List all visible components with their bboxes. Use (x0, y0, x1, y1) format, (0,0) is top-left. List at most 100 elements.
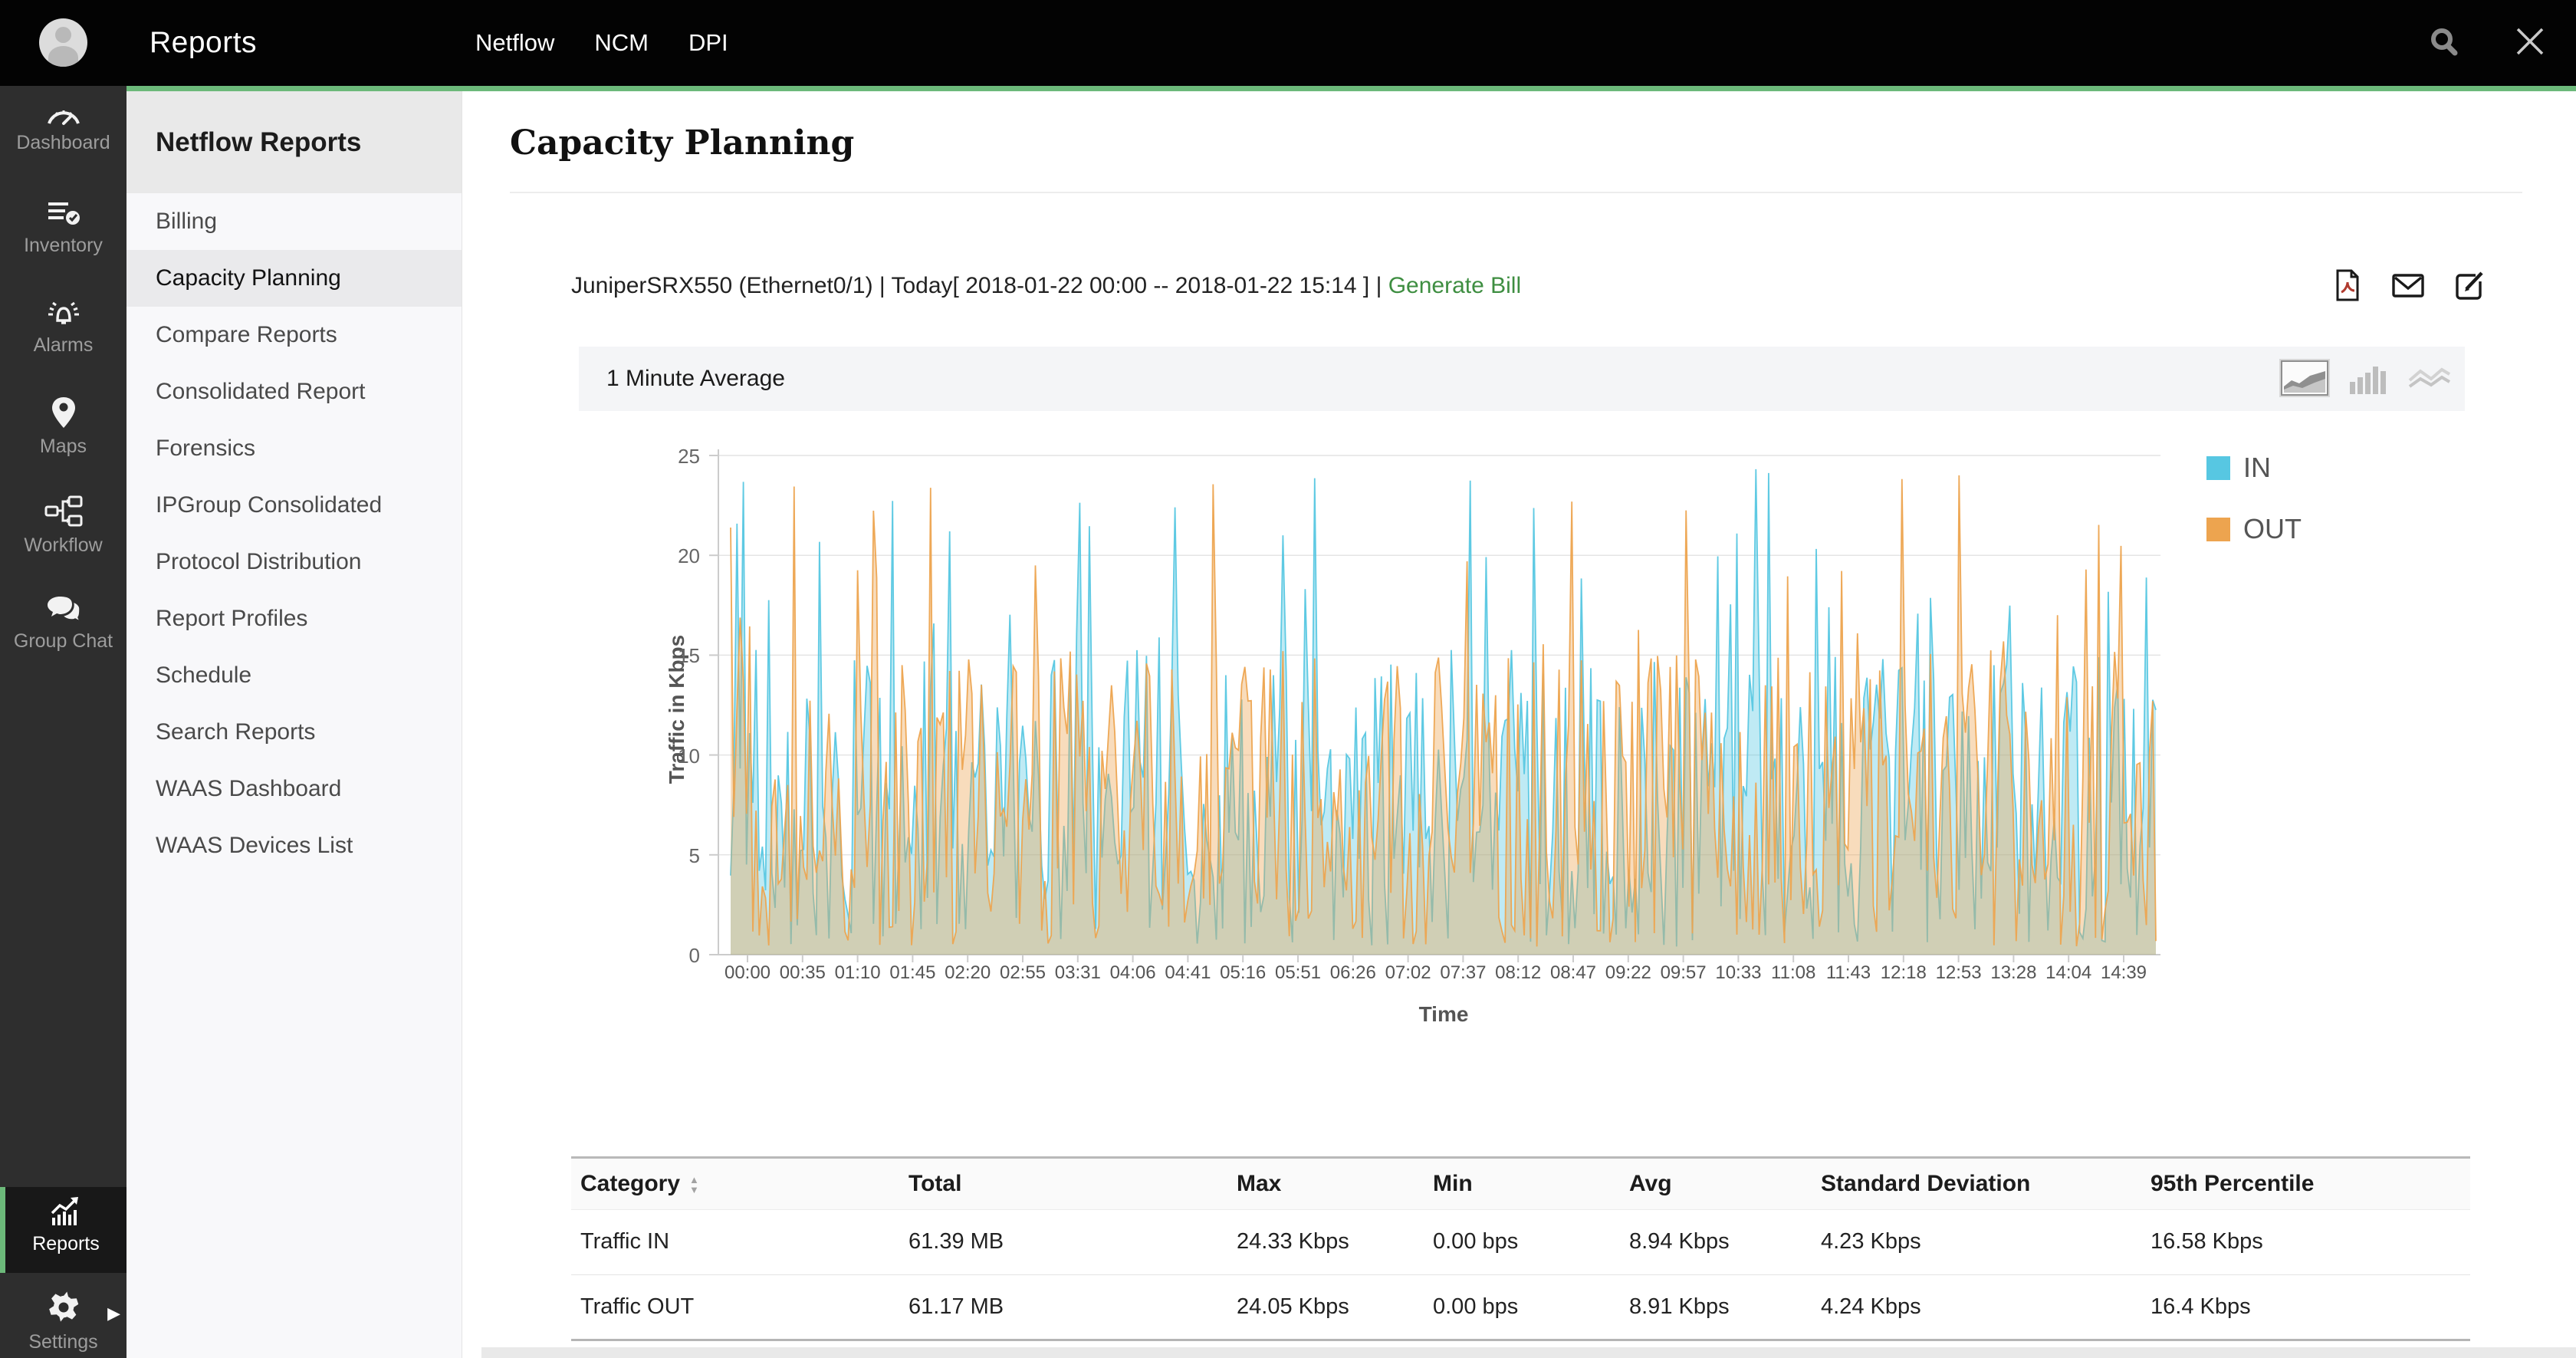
sort-icon[interactable]: ▲▼ (689, 1175, 699, 1195)
row-value: 8.91 Kbps (1629, 1274, 1821, 1340)
app-window: Reports Netflow NCM DPI Dashboard Inventory… (0, 0, 2576, 1358)
chart-legend: IN OUT (2206, 452, 2302, 574)
row-value: 61.17 MB (909, 1274, 1237, 1340)
legend-swatch (2206, 518, 2230, 541)
chart-type-bar-icon[interactable] (2348, 362, 2388, 394)
sidebar-item-group-chat[interactable]: Group Chat (0, 594, 127, 678)
column-header-total[interactable]: Total (909, 1159, 1237, 1209)
column-header-category[interactable]: Category▲▼ (571, 1159, 909, 1209)
main-content: Capacity Planning JuniperSRX550 (Etherne… (462, 91, 2576, 1358)
workflow-icon (0, 495, 127, 528)
row-value: 0.00 bps (1433, 1274, 1629, 1340)
legend-item-out[interactable]: OUT (2206, 513, 2302, 545)
report-context-row: JuniperSRX550 (Ethernet0/1) | Today[ 201… (571, 265, 2488, 307)
traffic-chart (709, 445, 2160, 974)
chart-type-line-icon[interactable] (2408, 362, 2451, 394)
inventory-icon (0, 198, 127, 229)
y-tick-label: 20 (646, 544, 700, 568)
sidebar-item-dashboard[interactable]: Dashboard (0, 100, 127, 184)
row-value: 0.00 bps (1433, 1209, 1629, 1274)
edit-report-icon[interactable] (2453, 268, 2488, 307)
search-icon[interactable] (2427, 25, 2461, 62)
tab-ncm[interactable]: NCM (594, 29, 649, 57)
top-tabs: Netflow NCM DPI (475, 0, 728, 86)
report-nav-forensics[interactable]: Forensics (127, 420, 462, 477)
x-axis-title: Time (1367, 1002, 1520, 1027)
report-nav-billing[interactable]: Billing (127, 193, 462, 250)
x-tick-label: 14:39 (2089, 962, 2158, 984)
row-value: 4.24 Kbps (1821, 1274, 2150, 1340)
traffic-stats-table: Category▲▼TotalMaxMinAvgStandard Deviati… (571, 1156, 2470, 1341)
row-value: 24.05 Kbps (1237, 1274, 1433, 1340)
row-value: 61.39 MB (909, 1209, 1237, 1274)
row-category: Traffic OUT (571, 1274, 909, 1340)
sidebar-item-alarms[interactable]: Alarms (0, 298, 127, 382)
tab-dpi[interactable]: DPI (688, 29, 728, 57)
page-title: Capacity Planning (510, 123, 854, 163)
y-axis-ticks: 0 5 10 15 20 25 (646, 445, 700, 974)
report-nav-waas-devices-list[interactable]: WAAS Devices List (127, 817, 462, 874)
y-tick-label: 15 (646, 644, 700, 668)
report-nav-capacity-planning[interactable]: Capacity Planning (127, 250, 462, 307)
table-row: Traffic OUT61.17 MB24.05 Kbps0.00 bps8.9… (571, 1274, 2470, 1340)
close-icon[interactable] (2515, 26, 2545, 61)
app-title: Reports (150, 0, 257, 86)
report-nav-report-profiles[interactable]: Report Profiles (127, 590, 462, 647)
reports-icon (5, 1195, 127, 1227)
report-nav-schedule[interactable]: Schedule (127, 647, 462, 704)
column-header-avg[interactable]: Avg (1629, 1159, 1821, 1209)
column-header-95th-percentile[interactable]: 95th Percentile (2150, 1159, 2470, 1209)
report-nav-waas-dashboard[interactable]: WAAS Dashboard (127, 761, 462, 817)
column-header-max[interactable]: Max (1237, 1159, 1433, 1209)
legend-item-in[interactable]: IN (2206, 452, 2302, 484)
email-report-icon[interactable] (2390, 268, 2426, 307)
table-row: Traffic IN61.39 MB24.33 Kbps0.00 bps8.94… (571, 1209, 2470, 1274)
report-nav-compare-reports[interactable]: Compare Reports (127, 307, 462, 363)
row-value: 4.23 Kbps (1821, 1209, 2150, 1274)
y-tick-label: 10 (646, 745, 700, 768)
next-section-edge (481, 1347, 2576, 1358)
row-value: 16.4 Kbps (2150, 1274, 2470, 1340)
rail-header (0, 0, 127, 86)
left-nav-rail: Dashboard Inventory Alarms Maps Workflow Grou… (0, 0, 127, 1358)
chart-section-header: 1 Minute Average (579, 347, 2465, 411)
sidebar-item-workflow[interactable]: Workflow (0, 495, 127, 579)
y-tick-label: 0 (646, 944, 700, 968)
y-tick-label: 5 (646, 844, 700, 868)
reports-sidebar: Netflow Reports BillingCapacity Planning… (127, 91, 462, 1358)
group-chat-icon (0, 594, 127, 624)
title-divider (510, 192, 2522, 193)
export-pdf-icon[interactable] (2331, 268, 2364, 307)
sidebar-item-inventory[interactable]: Inventory (0, 198, 127, 282)
column-header-standard-deviation[interactable]: Standard Deviation (1821, 1159, 2150, 1209)
report-nav-consolidated-report[interactable]: Consolidated Report (127, 363, 462, 420)
generate-bill-link[interactable]: Generate Bill (1388, 273, 1521, 298)
maps-icon (0, 396, 127, 429)
alarms-icon (0, 298, 127, 328)
sidebar-title: Netflow Reports (127, 91, 462, 193)
device-interface-label: JuniperSRX550 (Ethernet0/1) | Today[ 201… (571, 273, 1521, 298)
report-nav-protocol-distribution[interactable]: Protocol Distribution (127, 534, 462, 590)
series-area-out (731, 475, 2156, 955)
chart-type-area-icon[interactable] (2281, 360, 2328, 396)
row-value: 8.94 Kbps (1629, 1209, 1821, 1274)
sidebar-item-reports[interactable]: Reports (0, 1187, 127, 1273)
legend-swatch (2206, 456, 2230, 480)
accent-divider (127, 86, 2576, 91)
row-category: Traffic IN (571, 1209, 909, 1274)
y-tick-label: 25 (646, 445, 700, 469)
top-bar: Reports Netflow NCM DPI (0, 0, 2576, 86)
sidebar-item-settings[interactable]: Settings▶ (0, 1282, 127, 1358)
report-nav-ipgroup-consolidated[interactable]: IPGroup Consolidated (127, 477, 462, 534)
sidebar-item-maps[interactable]: Maps (0, 396, 127, 480)
submenu-arrow-icon: ▶ (107, 1304, 120, 1323)
tab-netflow[interactable]: Netflow (475, 29, 554, 57)
row-value: 16.58 Kbps (2150, 1209, 2470, 1274)
dashboard-icon (0, 100, 127, 126)
report-nav-search-reports[interactable]: Search Reports (127, 704, 462, 761)
column-header-min[interactable]: Min (1433, 1159, 1629, 1209)
user-avatar[interactable] (39, 18, 87, 67)
chart-title: 1 Minute Average (606, 347, 785, 411)
row-value: 24.33 Kbps (1237, 1209, 1433, 1274)
x-axis-ticks: 00:0000:3501:1001:4502:2002:5503:3104:06… (709, 962, 2160, 993)
